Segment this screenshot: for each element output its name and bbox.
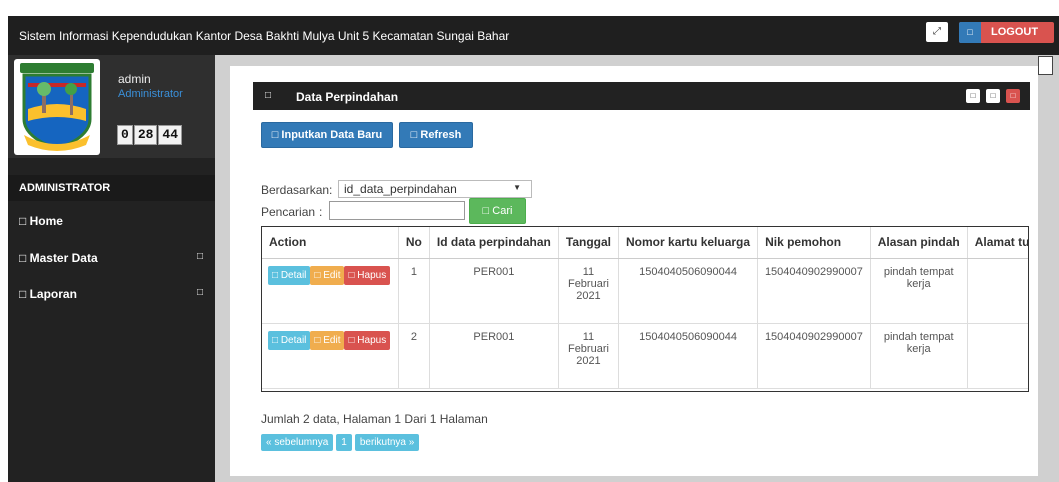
- delete-button[interactable]: □ Hapus: [344, 330, 391, 350]
- next-page-button[interactable]: berikutnya »: [354, 434, 420, 451]
- search-button-label: Cari: [492, 205, 513, 217]
- filter-label: Berdasarkan:: [261, 183, 333, 197]
- sidebar-item-master-data[interactable]: □ Master Data □: [8, 242, 215, 272]
- fullscreen-button[interactable]: ⤢: [926, 22, 948, 42]
- column-header: No: [398, 227, 430, 259]
- search-icon: □: [482, 205, 490, 217]
- cell-alasan: pindah tempat kerja: [870, 258, 968, 324]
- panel-title: Data Perpindahan: [296, 90, 399, 104]
- clock: 0 28 44: [117, 125, 183, 145]
- cell-no: 2: [398, 323, 430, 389]
- admin-name: admin: [118, 72, 151, 86]
- admin-role: Administrator: [118, 88, 183, 100]
- cell-alamat: [967, 258, 1028, 324]
- content-area: □ Data Perpindahan □ □ □ □ Inputkan Data…: [215, 55, 1059, 482]
- table-row: □ Detail □ Edit □ Hapus 1 PER001 11 Februa…: [262, 258, 1028, 324]
- chevron-down-icon: ▼: [513, 183, 521, 192]
- search-input[interactable]: [329, 201, 465, 220]
- sidebar-item-label: Home: [29, 214, 63, 228]
- cell-kk: 1504040506090044: [618, 323, 759, 389]
- logout-icon: □: [959, 22, 981, 43]
- refresh-label: Refresh: [420, 129, 462, 141]
- table-row: □ Detail □ Edit □ Hapus 2 PER001 11 Februa…: [262, 323, 1028, 389]
- data-table: Action No Id data perpindahan Tanggal No…: [262, 227, 1028, 389]
- close-button[interactable]: □: [1006, 89, 1020, 103]
- filter-select[interactable]: id_data_perpindahan ▼: [338, 180, 532, 198]
- refresh-icon: □: [410, 129, 418, 141]
- sidebar-item-home[interactable]: □ Home: [8, 205, 215, 235]
- cell-kk: 1504040506090044: [618, 258, 759, 324]
- panel-header: □ Data Perpindahan □ □ □: [253, 82, 1030, 110]
- edit-label: Edit: [323, 269, 341, 281]
- sidebar-item-laporan[interactable]: □ Laporan □: [8, 278, 215, 308]
- delete-button[interactable]: □ Hapus: [344, 265, 391, 285]
- scroll-indicator[interactable]: [1038, 56, 1053, 75]
- cell-alamat: [967, 323, 1028, 389]
- data-table-container[interactable]: Action No Id data perpindahan Tanggal No…: [261, 226, 1029, 392]
- action-cell: □ Detail □ Edit □ Hapus: [262, 323, 399, 389]
- pagination-summary: Jumlah 2 data, Halaman 1 Dari 1 Halaman: [261, 412, 488, 426]
- logout-label: LOGOUT: [991, 26, 1039, 38]
- column-header: Nik pemohon: [757, 227, 871, 259]
- home-icon: □: [19, 214, 27, 228]
- table-header-row: Action No Id data perpindahan Tanggal No…: [262, 227, 1028, 259]
- cell-alasan: pindah tempat kerja: [870, 323, 968, 389]
- clock-minutes: 28: [133, 125, 158, 145]
- cell-tanggal: 11 Februari 2021: [558, 258, 620, 324]
- data-panel: □ Data Perpindahan □ □ □ □ Inputkan Data…: [230, 66, 1038, 476]
- report-icon: □: [19, 287, 27, 301]
- delete-label: Hapus: [357, 334, 387, 346]
- profile-panel: admin Administrator 0 28 44: [8, 55, 215, 158]
- clock-hours: 0: [117, 125, 133, 145]
- column-header: Alamat tu: [967, 227, 1028, 259]
- clock-seconds: 44: [158, 125, 183, 145]
- edit-button[interactable]: □ Edit: [310, 330, 345, 350]
- add-data-button[interactable]: □ Inputkan Data Baru: [261, 122, 393, 148]
- maximize-button[interactable]: □: [986, 89, 1000, 103]
- sidebar-item-label: Laporan: [29, 287, 77, 301]
- edit-button[interactable]: □ Edit: [310, 265, 345, 285]
- search-colon: :: [319, 205, 323, 219]
- plus-icon: □: [271, 129, 279, 141]
- detail-label: Detail: [280, 334, 307, 346]
- search-label: Pencarian: [261, 205, 316, 219]
- cell-no: 1: [398, 258, 430, 324]
- expand-icon: ⤢: [933, 26, 941, 37]
- filter-selected-value: id_data_perpindahan: [344, 182, 457, 196]
- sidebar-item-label: Master Data: [29, 251, 98, 265]
- column-header: Action: [262, 227, 399, 259]
- panel-icon: □: [265, 90, 272, 101]
- top-navbar: Sistem Informasi Kependudukan Kantor Des…: [8, 16, 1059, 55]
- refresh-button[interactable]: □ Refresh: [399, 122, 473, 148]
- detail-label: Detail: [280, 269, 307, 281]
- cell-id: PER001: [429, 323, 559, 389]
- cell-id: PER001: [429, 258, 559, 324]
- sidebar-header: ADMINISTRATOR: [8, 175, 215, 201]
- prev-page-button[interactable]: « sebelumnya: [261, 434, 334, 451]
- column-header: Tanggal: [558, 227, 620, 259]
- app-title: Sistem Informasi Kependudukan Kantor Des…: [19, 29, 510, 43]
- city-logo: [14, 59, 100, 155]
- action-cell: □ Detail □ Edit □ Hapus: [262, 258, 399, 324]
- add-data-label: Inputkan Data Baru: [281, 129, 383, 141]
- search-button[interactable]: □ Cari: [469, 198, 526, 224]
- cell-tanggal: 11 Februari 2021: [558, 323, 620, 389]
- detail-button[interactable]: □ Detail: [268, 330, 311, 350]
- collapse-button[interactable]: □: [966, 89, 980, 103]
- column-header: Id data perpindahan: [429, 227, 559, 259]
- pagination: « sebelumnya 1 berikutnya »: [261, 434, 420, 451]
- cell-nik: 1504040902990007: [757, 258, 871, 324]
- column-header: Alasan pindah: [870, 227, 968, 259]
- edit-label: Edit: [323, 334, 341, 346]
- folder-icon: □: [19, 251, 27, 265]
- column-header: Nomor kartu keluarga: [618, 227, 759, 259]
- detail-button[interactable]: □ Detail: [268, 265, 311, 285]
- submenu-indicator-icon: □: [196, 251, 203, 262]
- cell-nik: 1504040902990007: [757, 323, 871, 389]
- logout-button[interactable]: □ LOGOUT: [959, 22, 1054, 43]
- delete-label: Hapus: [357, 269, 387, 281]
- page-1-button[interactable]: 1: [336, 434, 352, 451]
- sidebar: admin Administrator 0 28 44 ADMINISTRATO…: [8, 55, 215, 482]
- submenu-indicator-icon: □: [196, 287, 203, 298]
